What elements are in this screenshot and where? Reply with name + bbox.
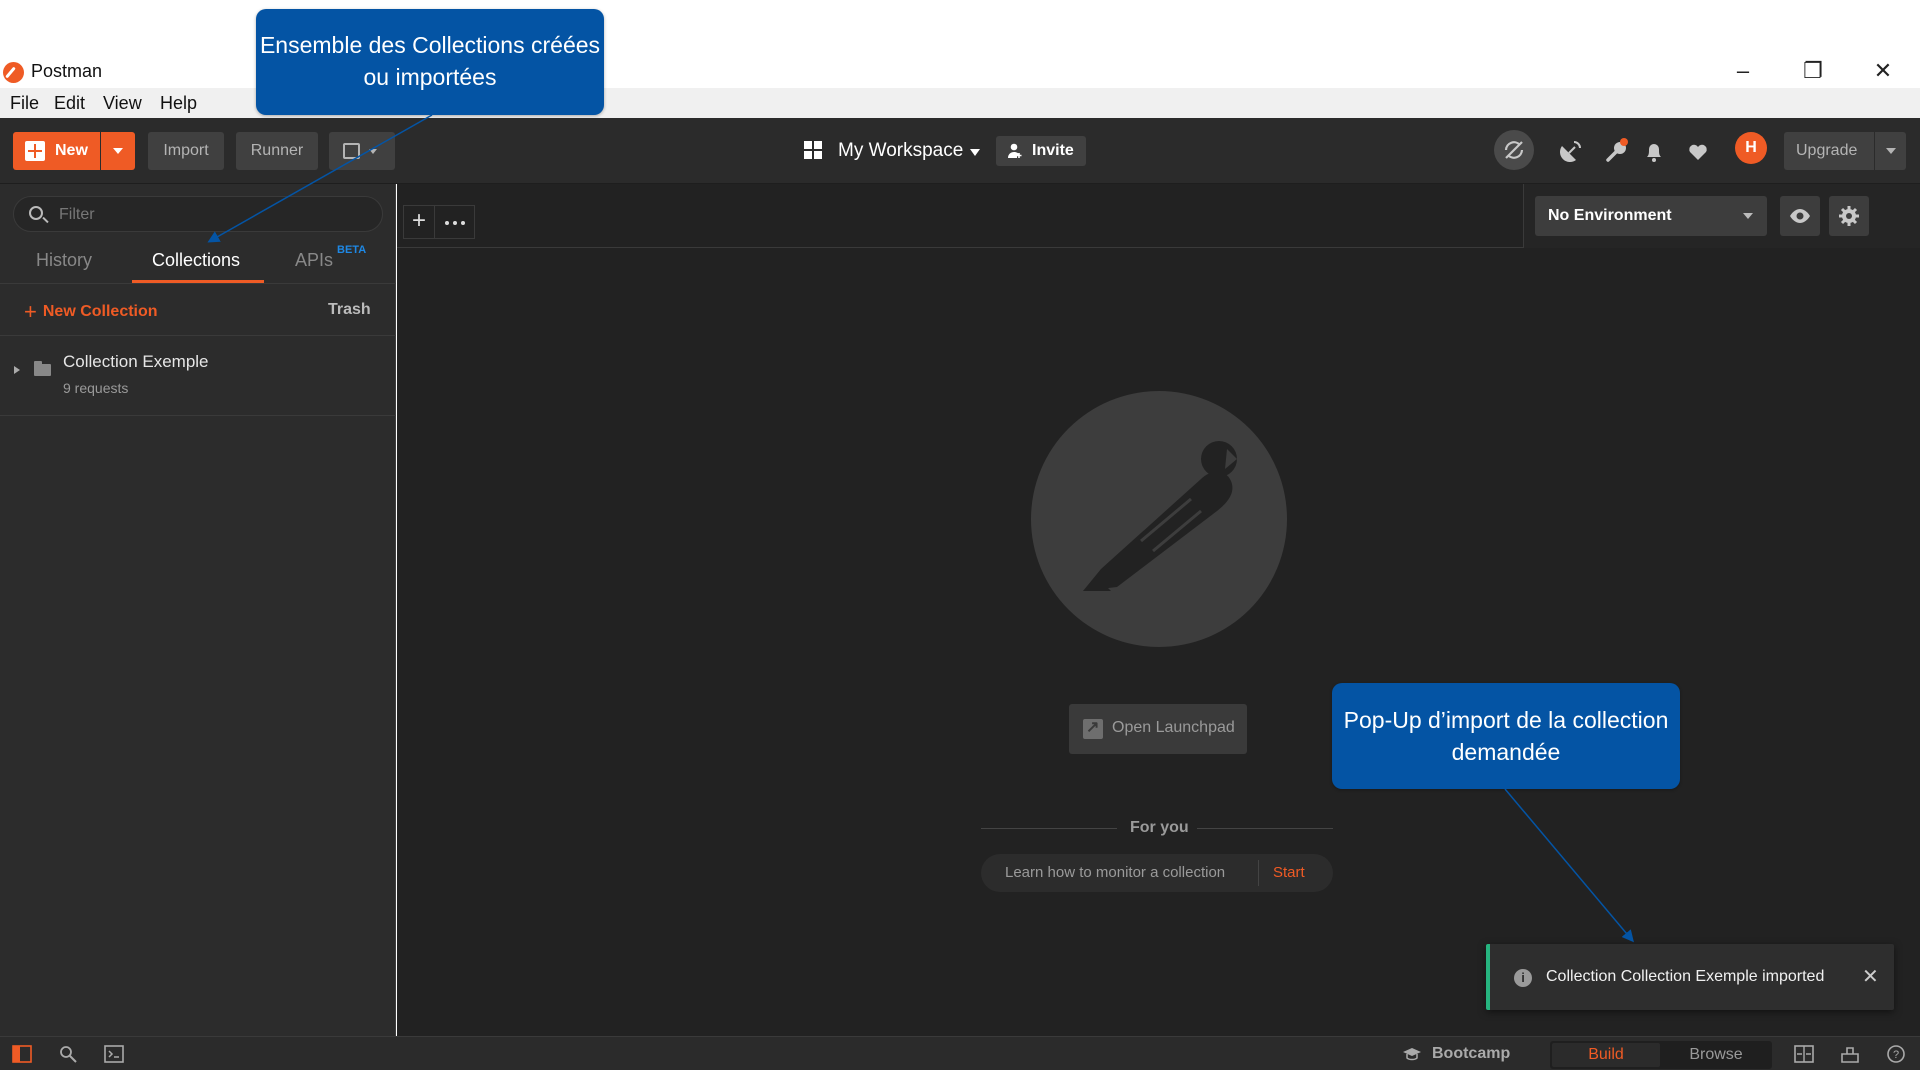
chevron-down-icon: [1743, 213, 1753, 219]
window-icon: [343, 143, 360, 159]
filter-field[interactable]: [13, 196, 383, 232]
popup-annotation: Pop-Up d’import de la collection demandé…: [1332, 683, 1680, 789]
environment-select[interactable]: No Environment: [1535, 196, 1767, 236]
chevron-right-icon[interactable]: [14, 366, 20, 374]
tab-history[interactable]: History: [36, 250, 92, 271]
new-window-button[interactable]: [329, 132, 395, 170]
bell-icon[interactable]: [1635, 132, 1673, 170]
plus-icon: [25, 141, 45, 161]
collection-item[interactable]: Collection Exemple 9 requests: [0, 336, 396, 416]
sidebar: History Collections APIsBETA + New Collec…: [0, 184, 396, 1036]
app-title: Postman: [31, 61, 103, 81]
menu-view[interactable]: View: [103, 93, 142, 114]
chevron-down-icon: [369, 149, 377, 154]
import-button[interactable]: Import: [148, 132, 224, 170]
new-dropdown-button[interactable]: [101, 132, 135, 170]
browse-tab[interactable]: Browse: [1662, 1043, 1770, 1067]
new-collection-button[interactable]: + New Collection: [24, 299, 158, 325]
chevron-down-icon: [1886, 148, 1896, 154]
menu-file[interactable]: File: [10, 93, 39, 114]
minimize-icon[interactable]: –: [1725, 56, 1761, 86]
build-tab[interactable]: Build: [1552, 1043, 1660, 1067]
invite-label: Invite: [1032, 142, 1074, 159]
for-you-heading: For you: [1130, 819, 1189, 836]
grid-icon: [804, 141, 822, 159]
trash-button[interactable]: Trash: [328, 301, 371, 319]
import-toast: i Collection Collection Exemple imported…: [1486, 944, 1894, 1010]
eye-icon[interactable]: [1780, 196, 1820, 236]
chevron-down-icon: [970, 149, 980, 156]
invite-button[interactable]: Invite: [996, 136, 1086, 166]
folder-icon: [34, 361, 51, 376]
tip-text: Learn how to monitor a collection: [1005, 864, 1226, 881]
collection-name: Collection Exemple: [63, 352, 209, 371]
menu-edit[interactable]: Edit: [54, 93, 85, 114]
main-panel: + No Environment Open Launchpad For: [397, 184, 1920, 1036]
workspace-switcher[interactable]: My Workspace: [804, 138, 984, 166]
menu-help[interactable]: Help: [160, 93, 197, 114]
filter-input[interactable]: [59, 204, 359, 226]
tab-collections[interactable]: Collections: [152, 250, 240, 271]
external-link-icon: [1083, 717, 1103, 739]
toast-message: Collection Collection Exemple imported: [1546, 968, 1825, 985]
collection-request-count: 9 requests: [63, 380, 129, 396]
trash-icon[interactable]: [1840, 1045, 1860, 1063]
new-collection-label: New Collection: [42, 303, 158, 320]
build-browse-toggle: Build Browse: [1550, 1041, 1772, 1069]
new-button-label: New: [55, 142, 88, 159]
bootcamp-button[interactable]: Bootcamp: [1432, 1045, 1510, 1063]
tab-apis[interactable]: APIs BETA: [295, 244, 366, 271]
console-icon[interactable]: [104, 1045, 124, 1063]
sidebar-toggle-icon[interactable]: [12, 1045, 32, 1063]
runner-button[interactable]: Runner: [236, 132, 318, 170]
close-icon[interactable]: ✕: [1865, 56, 1901, 86]
find-icon[interactable]: [58, 1045, 78, 1063]
new-tab-button[interactable]: +: [403, 205, 435, 239]
workspace-name: My Workspace: [838, 140, 964, 161]
heart-icon[interactable]: [1679, 132, 1717, 170]
two-pane-icon[interactable]: [1794, 1045, 1814, 1063]
search-icon: [29, 206, 43, 220]
new-button[interactable]: New: [13, 132, 100, 170]
info-icon: i: [1514, 969, 1532, 987]
restore-icon[interactable]: ❐: [1795, 56, 1831, 86]
upgrade-label: Upgrade: [1796, 142, 1858, 159]
sync-off-icon[interactable]: [1494, 130, 1534, 170]
open-launchpad-label: Open Launchpad: [1112, 719, 1235, 736]
environment-bar: No Environment: [1523, 184, 1920, 248]
request-tab-bar: +: [397, 184, 1523, 248]
header-toolbar: New Import Runner My Workspace Invite H …: [0, 118, 1920, 184]
add-user-icon: [1008, 143, 1022, 158]
tab-apis-label: APIs: [295, 250, 334, 270]
postman-mascot-icon: [1031, 391, 1287, 647]
graduation-cap-icon: [1403, 1048, 1421, 1061]
postman-logo-icon: [3, 62, 24, 83]
gear-icon[interactable]: [1829, 196, 1869, 236]
tip-start-link[interactable]: Start: [1273, 864, 1305, 881]
avatar[interactable]: H: [1735, 132, 1767, 164]
environment-label: No Environment: [1548, 207, 1672, 224]
open-launchpad-button[interactable]: Open Launchpad: [1069, 704, 1247, 754]
tip-card: Learn how to monitor a collection Start: [981, 854, 1333, 892]
beta-badge: BETA: [337, 244, 367, 256]
more-tabs-button[interactable]: [435, 205, 475, 239]
satellite-icon[interactable]: [1552, 132, 1590, 170]
upgrade-button[interactable]: Upgrade: [1784, 132, 1906, 170]
close-icon[interactable]: ✕: [1862, 964, 1879, 989]
wrench-icon[interactable]: [1597, 132, 1635, 170]
status-bar: Bootcamp Build Browse ?: [0, 1036, 1920, 1070]
help-icon[interactable]: ?: [1886, 1045, 1906, 1063]
collections-annotation: Ensemble des Collections créées ou impor…: [256, 9, 604, 115]
plus-icon: +: [24, 299, 37, 324]
svg-text:?: ?: [1893, 1049, 1899, 1061]
